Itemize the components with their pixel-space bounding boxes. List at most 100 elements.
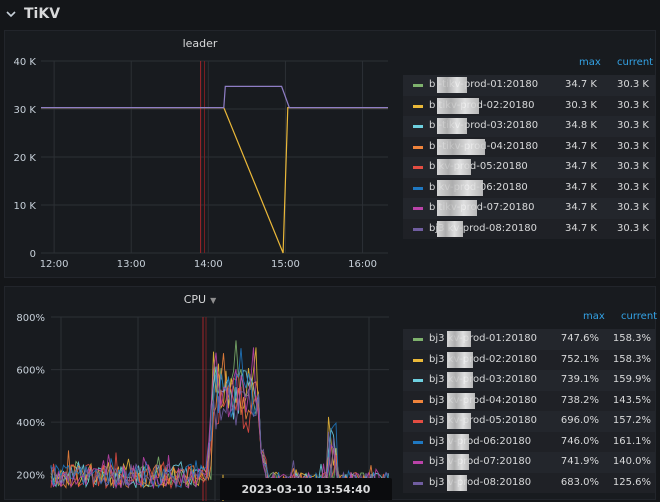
series-max: 696.0% — [560, 415, 599, 426]
series-max: 738.2% — [560, 394, 599, 406]
y-tick-label: 30 K — [14, 105, 37, 116]
leader-chart[interactable]: 0 10 K 20 K 30 K 40 K 12:00 13:00 14:00 15:00 16:… — [5, 31, 397, 279]
redaction-mask — [447, 413, 471, 429]
series-current: 30.3 K — [616, 99, 649, 111]
series-swatch — [413, 358, 423, 362]
redaction-mask — [447, 433, 469, 450]
series-current: 161.1% — [612, 435, 651, 447]
redaction-mask — [437, 138, 485, 155]
redaction-mask — [437, 159, 471, 175]
legend-row[interactable]: bj3 v-prod-07:20180 741.9% 140.0% — [403, 452, 655, 473]
legend-row[interactable]: bj3 kv-prod-03:20180 739.1% 159.9% — [403, 370, 655, 391]
legend-row[interactable]: bj3 kv-prod-01:20180 747.6% 158.3% — [403, 329, 655, 350]
series-swatch — [413, 166, 423, 169]
series-name[interactable]: bj3 v-prod-07:20180 — [429, 456, 531, 467]
series-current: 157.2% — [612, 415, 651, 426]
series-max: 34.7 K — [564, 79, 597, 90]
series-max: 34.7 K — [564, 181, 597, 193]
series-current: 140.0% — [612, 456, 651, 467]
redaction-mask — [447, 331, 471, 347]
series-max: 34.8 K — [564, 120, 597, 131]
row-header[interactable]: TiKV — [0, 0, 660, 28]
series-max: 683.0% — [560, 476, 599, 488]
x-tick-label: 12:00 — [40, 259, 69, 270]
y-tick-label: 200% — [16, 471, 45, 482]
redaction-mask — [437, 77, 467, 93]
chevron-down-icon[interactable] — [6, 9, 16, 19]
redaction-mask — [447, 454, 469, 470]
legend-row[interactable]: b -tikv-prod-03:20180 34.8 K 30.3 K — [403, 116, 655, 137]
y-tick-label: 800% — [16, 313, 45, 324]
series-swatch — [413, 145, 423, 149]
cpu-panel[interactable]: CPU ▼ 200% 400% 600% 800% max current bj3 kv… — [4, 286, 657, 501]
x-tick-label: 15:00 — [271, 259, 300, 270]
series-swatch — [413, 399, 423, 403]
series-swatch — [413, 481, 423, 485]
series-max: 747.6% — [560, 333, 599, 344]
series-max: 34.7 K — [564, 140, 597, 152]
series-name[interactable]: bj3 kv-prod-01:20180 — [429, 333, 537, 344]
series-current: 30.3 K — [616, 79, 649, 90]
legend-row[interactable]: b kv-prod-06:20180 34.7 K 30.3 K — [403, 177, 655, 198]
series-swatch — [413, 338, 423, 341]
y-tick-label: 400% — [16, 418, 45, 429]
series-swatch — [413, 84, 423, 87]
series-max: 739.1% — [560, 374, 599, 385]
redaction-mask — [437, 220, 463, 237]
series-line — [41, 107, 388, 254]
series-swatch — [413, 461, 423, 464]
legend-header-max[interactable]: max — [579, 57, 601, 68]
series-name[interactable]: bj3 kv-prod-05:20180 — [429, 415, 537, 426]
y-tick-label: 40 K — [14, 57, 37, 68]
series-name[interactable]: bj3 kv-prod-04:20180 — [429, 395, 537, 406]
x-tick-label: 14:00 — [194, 259, 223, 270]
y-tick-label: 20 K — [14, 153, 37, 164]
series-name[interactable]: bj3 kv-prod-02:20180 — [429, 354, 537, 365]
series-max: 30.3 K — [564, 99, 597, 111]
series-swatch — [413, 227, 423, 231]
time-tooltip: 2023-03-10 13:54:40 — [220, 478, 392, 500]
redaction-mask — [447, 474, 467, 491]
series-current: 30.3 K — [616, 222, 649, 234]
redaction-mask — [447, 351, 473, 368]
leader-legend: max current b -tikv-prod-01:20180 34.7 K3… — [403, 57, 655, 239]
legend-row[interactable]: b -tikv-prod-01:20180 34.7 K 30.3 K — [403, 75, 655, 96]
redaction-mask — [437, 97, 479, 114]
y-tick-label: 10 K — [14, 201, 37, 212]
legend-row[interactable]: bj3 v-prod-08:20180 683.0% 125.6% — [403, 472, 655, 493]
x-tick-label: 16:00 — [348, 259, 377, 270]
row-title: TiKV — [24, 6, 61, 22]
series-name[interactable]: bj3 kv-prod-03:20180 — [429, 374, 537, 385]
legend-row[interactable]: bj3 kv-prod-04:20180 738.2% 143.5% — [403, 390, 655, 411]
series-max: 34.7 K — [564, 161, 597, 172]
legend-row[interactable]: b -tikv-prod-04:20180 34.7 K 30.3 K — [403, 136, 655, 157]
legend-row[interactable]: b tikv-prod-02:20180 30.3 K 30.3 K — [403, 95, 655, 116]
legend-row[interactable]: b kv-prod-05:20180 34.7 K 30.3 K — [403, 157, 655, 178]
series-current: 30.3 K — [616, 181, 649, 193]
leader-panel[interactable]: leader 0 10 K 20 K 30 K 40 K 12:00 13:00 14:00 1… — [4, 30, 656, 278]
legend-header-current[interactable]: current — [621, 311, 657, 322]
legend-row[interactable]: bj3 kv-prod-02:20180 752.1% 158.3% — [403, 349, 655, 370]
legend-row[interactable]: bj3 v-prod-06:20180 746.0% 161.1% — [403, 431, 655, 452]
series-current: 158.3% — [612, 333, 651, 344]
series-current: 30.3 K — [616, 161, 649, 172]
series-swatch — [413, 379, 423, 382]
series-name[interactable]: bj3 v-prod-06:20180 — [429, 436, 531, 447]
legend-row[interactable]: bj3 kv-prod-08:20180 34.7 K 30.3 K — [403, 218, 655, 239]
redaction-mask — [437, 118, 467, 134]
legend-row[interactable]: b tikv-prod-07:20180 34.7 K 30.3 K — [403, 198, 655, 219]
series-swatch — [413, 207, 423, 210]
series-current: 159.9% — [612, 374, 651, 385]
cpu-chart[interactable]: 200% 400% 600% 800% — [5, 287, 397, 501]
redaction-mask — [437, 179, 483, 196]
legend-header-current[interactable]: current — [617, 57, 653, 68]
series-current: 30.3 K — [616, 140, 649, 152]
legend-header-max[interactable]: max — [583, 311, 605, 322]
series-name[interactable]: bj3 v-prod-08:20180 — [429, 477, 531, 488]
series-swatch — [413, 420, 423, 423]
y-tick-label: 600% — [16, 366, 45, 377]
series-swatch — [413, 104, 423, 108]
y-tick-label: 0 — [30, 249, 36, 260]
legend-row[interactable]: bj3 kv-prod-05:20180 696.0% 157.2% — [403, 411, 655, 432]
series-line — [41, 85, 388, 109]
